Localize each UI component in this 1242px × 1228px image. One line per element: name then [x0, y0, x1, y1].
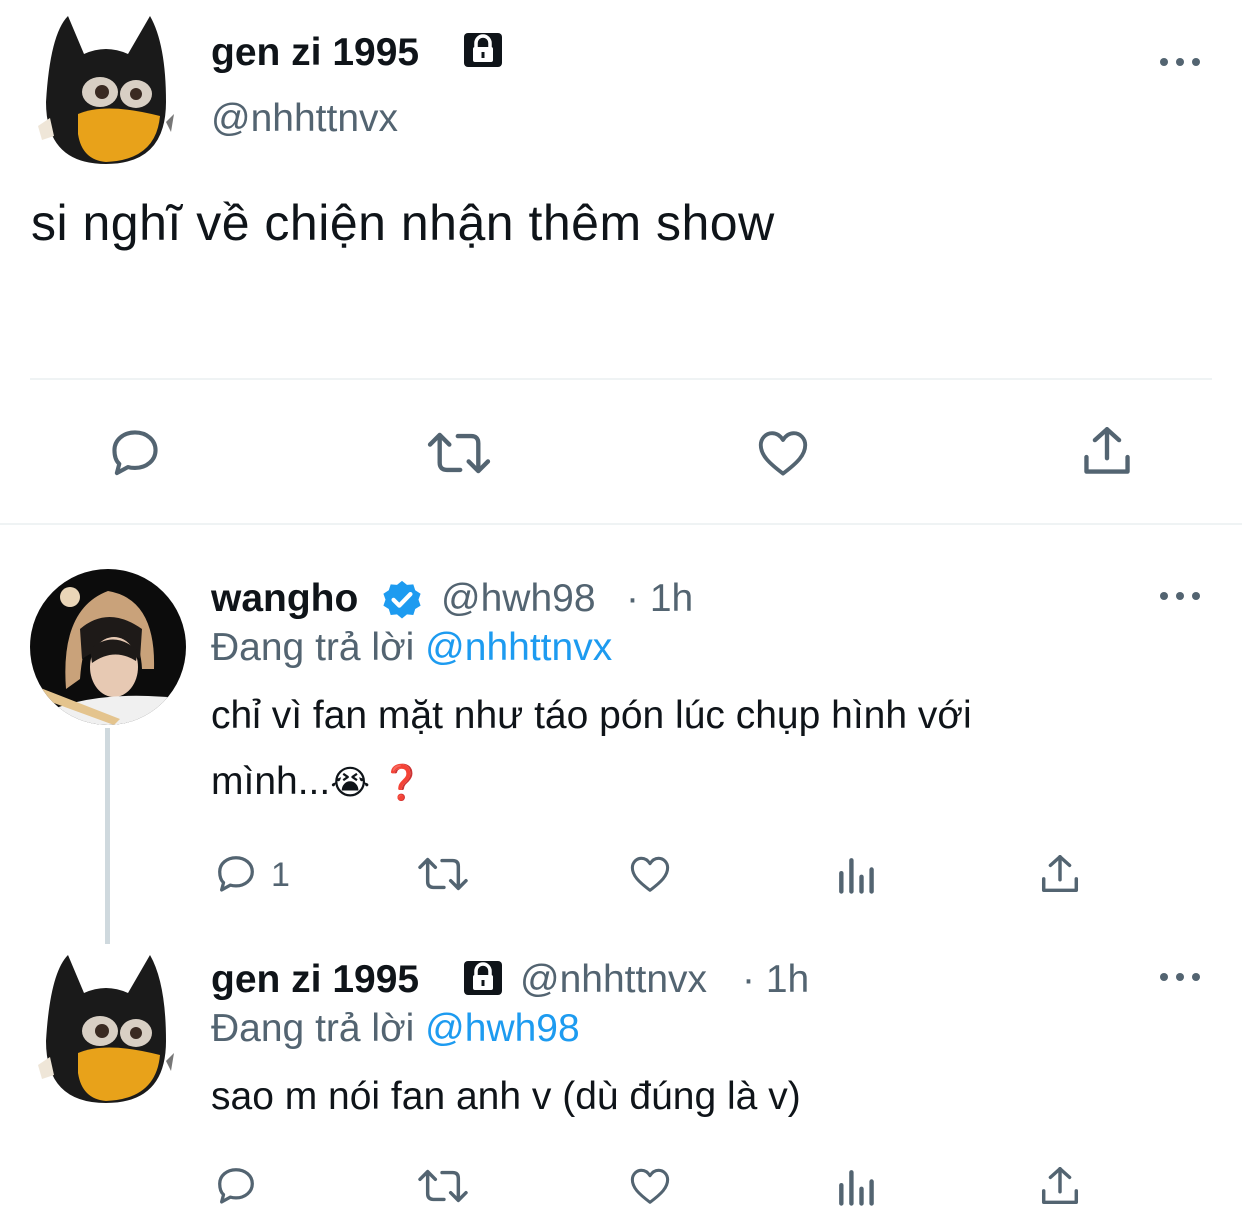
timestamp[interactable]: · 1h	[626, 576, 693, 622]
more-icon[interactable]	[1160, 586, 1200, 606]
display-name[interactable]: gen zi 1995	[211, 957, 419, 1003]
replying-to-line: Đang trả lời @nhhttnvx	[211, 625, 612, 671]
handle[interactable]: @nhhttnvx	[211, 96, 398, 142]
like-icon[interactable]	[625, 1163, 675, 1209]
retweet-icon[interactable]	[415, 1163, 471, 1209]
like-icon[interactable]	[625, 851, 675, 897]
like-icon[interactable]	[752, 424, 814, 482]
crying-emoji: 😭	[330, 764, 370, 802]
avatar-gen-zi[interactable]	[38, 953, 174, 1105]
analytics-icon[interactable]	[834, 853, 878, 897]
share-icon[interactable]	[1037, 851, 1083, 897]
reply-icon[interactable]	[213, 851, 259, 897]
retweet-icon[interactable]	[424, 424, 494, 482]
replying-prefix: Đang trả lời	[211, 1007, 415, 1050]
retweet-icon[interactable]	[415, 851, 471, 897]
replying-to-link[interactable]: @nhhttnvx	[425, 626, 612, 669]
analytics-icon[interactable]	[834, 1165, 878, 1209]
reply-text: mình...	[211, 760, 331, 803]
share-icon[interactable]	[1078, 422, 1136, 480]
reply-icon[interactable]	[213, 1163, 259, 1209]
timestamp[interactable]: · 1h	[742, 957, 809, 1003]
avatar-wangho[interactable]	[30, 569, 186, 725]
handle[interactable]: @nhhttnvx	[520, 957, 707, 1003]
display-name[interactable]: gen zi 1995	[211, 30, 419, 76]
thread-line	[105, 728, 110, 944]
divider	[30, 378, 1212, 380]
reply-count: 1	[271, 856, 290, 894]
replying-to-line: Đang trả lời @hwh98	[211, 1006, 580, 1052]
more-icon[interactable]	[1160, 967, 1200, 987]
share-icon[interactable]	[1037, 1163, 1083, 1209]
tweet-text: si nghĩ về chiện nhận thêm show	[31, 195, 775, 251]
lock-icon	[463, 960, 503, 996]
verified-icon	[379, 578, 425, 629]
question-emoji: ❓	[380, 764, 424, 802]
reply-icon[interactable]	[106, 424, 164, 482]
display-name[interactable]: wangho	[211, 576, 358, 622]
reply-text-line1: chỉ vì fan mặt như táo pón lúc chụp hình…	[211, 694, 972, 737]
reply-text: sao m nói fan anh v (dù đúng là v)	[211, 1075, 801, 1118]
replying-to-link[interactable]: @hwh98	[425, 1007, 580, 1050]
handle[interactable]: @hwh98	[441, 576, 596, 622]
avatar-gen-zi[interactable]	[38, 14, 174, 166]
lock-icon	[463, 32, 503, 68]
reply-text-line2: mình...😭 ❓	[211, 759, 423, 806]
replying-prefix: Đang trả lời	[211, 626, 415, 669]
divider	[0, 523, 1242, 525]
more-icon[interactable]	[1160, 52, 1200, 72]
